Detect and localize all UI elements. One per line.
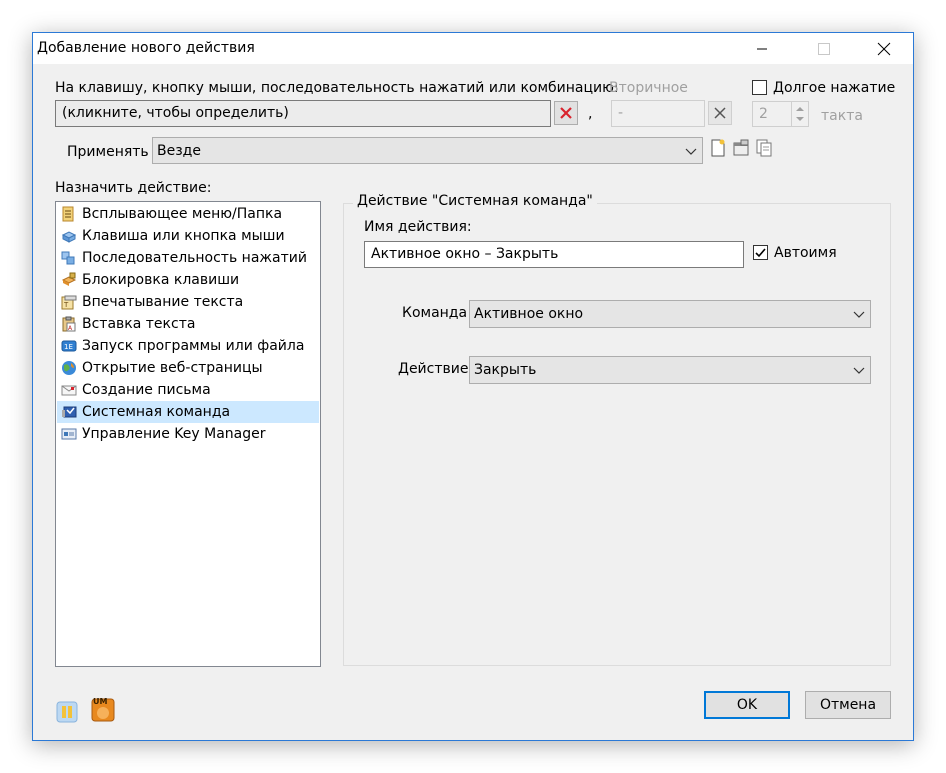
settings-window-icon <box>733 139 749 156</box>
system-command-icon <box>62 406 77 418</box>
clear-x-icon <box>714 107 726 119</box>
action-name-label: Имя действия: <box>364 219 472 235</box>
action-name-input[interactable]: Активное окно – Закрыть <box>364 241 744 268</box>
hotkey-input[interactable]: (кликните, чтобы определить) <box>55 100 551 127</box>
clear-primary-button[interactable] <box>554 101 578 125</box>
list-item-label: Последовательность нажатий <box>82 250 307 266</box>
folder-menu-icon <box>62 206 74 222</box>
ticks-spinner[interactable] <box>791 101 809 127</box>
action-type-list[interactable]: Всплывающее меню/Папка Клавиша или кнопк… <box>55 201 321 667</box>
ok-button[interactable]: OK <box>704 691 790 719</box>
list-item[interactable]: Управление Key Manager <box>57 423 319 445</box>
hotkey-label: На клавишу, кнопку мыши, последовательно… <box>55 80 619 96</box>
edit-profile-button[interactable] <box>730 137 752 159</box>
autoname-checkbox[interactable] <box>753 245 768 260</box>
copy-profile-button[interactable] <box>753 137 775 159</box>
list-item-label: Вставка текста <box>82 316 196 332</box>
action-groupbox <box>343 203 891 666</box>
key-icon <box>61 231 77 243</box>
um-badge-text: UM <box>93 697 108 706</box>
list-item[interactable]: T Впечатывание текста <box>57 291 319 313</box>
action-select[interactable]: Закрыть <box>469 356 871 384</box>
list-item-label: Клавиша или кнопка мыши <box>82 228 285 244</box>
dialog-window: Добавление нового действия На клавишу, к… <box>32 32 914 741</box>
new-profile-button[interactable] <box>707 137 729 159</box>
paste-text-icon: A <box>62 316 76 332</box>
svg-text:T: T <box>63 301 69 309</box>
apply-select-value: Везде <box>157 142 201 159</box>
list-item-label: Открытие веб-страницы <box>82 360 263 376</box>
action-group-title: Действие "Системная команда" <box>353 193 597 209</box>
action-select-value: Закрыть <box>474 362 537 378</box>
checkmark-icon <box>755 248 766 258</box>
keys-sequence-icon <box>61 251 75 265</box>
list-item-label: Блокировка клавиши <box>82 272 240 288</box>
apply-label: Применять <box>67 144 149 160</box>
ticks-label: такта <box>821 108 863 124</box>
list-item-selected[interactable]: Системная команда <box>57 401 319 423</box>
globe-icon <box>62 361 76 375</box>
copy-document-icon <box>756 139 772 157</box>
maximize-button[interactable] <box>801 33 847 64</box>
maximize-icon <box>818 42 830 55</box>
assign-action-label: Назначить действие: <box>55 180 212 196</box>
key-lock-icon <box>61 272 77 286</box>
list-item-label: Системная команда <box>82 404 231 420</box>
command-select-value: Активное окно <box>474 306 584 322</box>
action-label: Действие <box>398 361 469 377</box>
close-icon <box>877 42 891 55</box>
dialog-title: Добавление нового действия <box>37 40 255 56</box>
cancel-button[interactable]: Отмена <box>805 691 891 719</box>
autoname-label: Автоимя <box>774 245 837 261</box>
list-item-label: Управление Key Manager <box>82 426 266 442</box>
chevron-down-icon <box>853 367 865 374</box>
ticks-input[interactable]: 2 <box>752 101 792 127</box>
list-item[interactable]: Клавиша или кнопка мыши <box>57 225 319 247</box>
long-press-label: Долгое нажатие <box>773 80 896 96</box>
list-item[interactable]: 1E Запуск программы или файла <box>57 335 319 357</box>
chevron-down-icon <box>853 311 865 318</box>
list-item[interactable]: Открытие веб-страницы <box>57 357 319 379</box>
minimize-button[interactable] <box>739 33 785 64</box>
secondary-label: Вторичное <box>609 80 688 96</box>
list-item-label: Впечатывание текста <box>82 294 244 310</box>
command-label: Команда <box>402 305 468 321</box>
close-button[interactable] <box>861 33 907 64</box>
command-select[interactable]: Активное окно <box>469 300 871 328</box>
list-item[interactable]: Всплывающее меню/Папка <box>57 203 319 225</box>
key-manager-icon <box>61 428 77 440</box>
envelope-icon <box>61 385 77 396</box>
chevron-down-icon <box>685 148 697 155</box>
long-press-checkbox[interactable] <box>752 80 767 95</box>
clear-x-icon <box>560 107 572 119</box>
list-item-label: Создание письма <box>82 382 211 398</box>
spin-arrows-icon <box>796 107 804 121</box>
clear-secondary-button[interactable] <box>708 101 732 125</box>
apply-select[interactable]: Везде <box>152 137 703 164</box>
minimize-icon <box>757 48 767 49</box>
title-bar: Добавление нового действия <box>33 33 913 64</box>
pause-icon <box>56 701 78 723</box>
secondary-hotkey-input[interactable]: - <box>611 100 705 127</box>
list-item[interactable]: Блокировка клавиши <box>57 269 319 291</box>
hotkey-separator: , <box>588 106 593 122</box>
type-text-icon: T <box>61 295 77 310</box>
um-button[interactable]: UM <box>90 697 116 723</box>
list-item-label: Запуск программы или файла <box>82 338 305 354</box>
svg-text:1E: 1E <box>64 343 73 351</box>
list-item[interactable]: A Вставка текста <box>57 313 319 335</box>
run-program-icon: 1E <box>61 340 77 352</box>
pause-button[interactable] <box>55 700 79 724</box>
list-item[interactable]: Создание письма <box>57 379 319 401</box>
list-item[interactable]: Последовательность нажатий <box>57 247 319 269</box>
list-item-label: Всплывающее меню/Папка <box>82 206 283 222</box>
new-document-icon <box>711 139 725 157</box>
